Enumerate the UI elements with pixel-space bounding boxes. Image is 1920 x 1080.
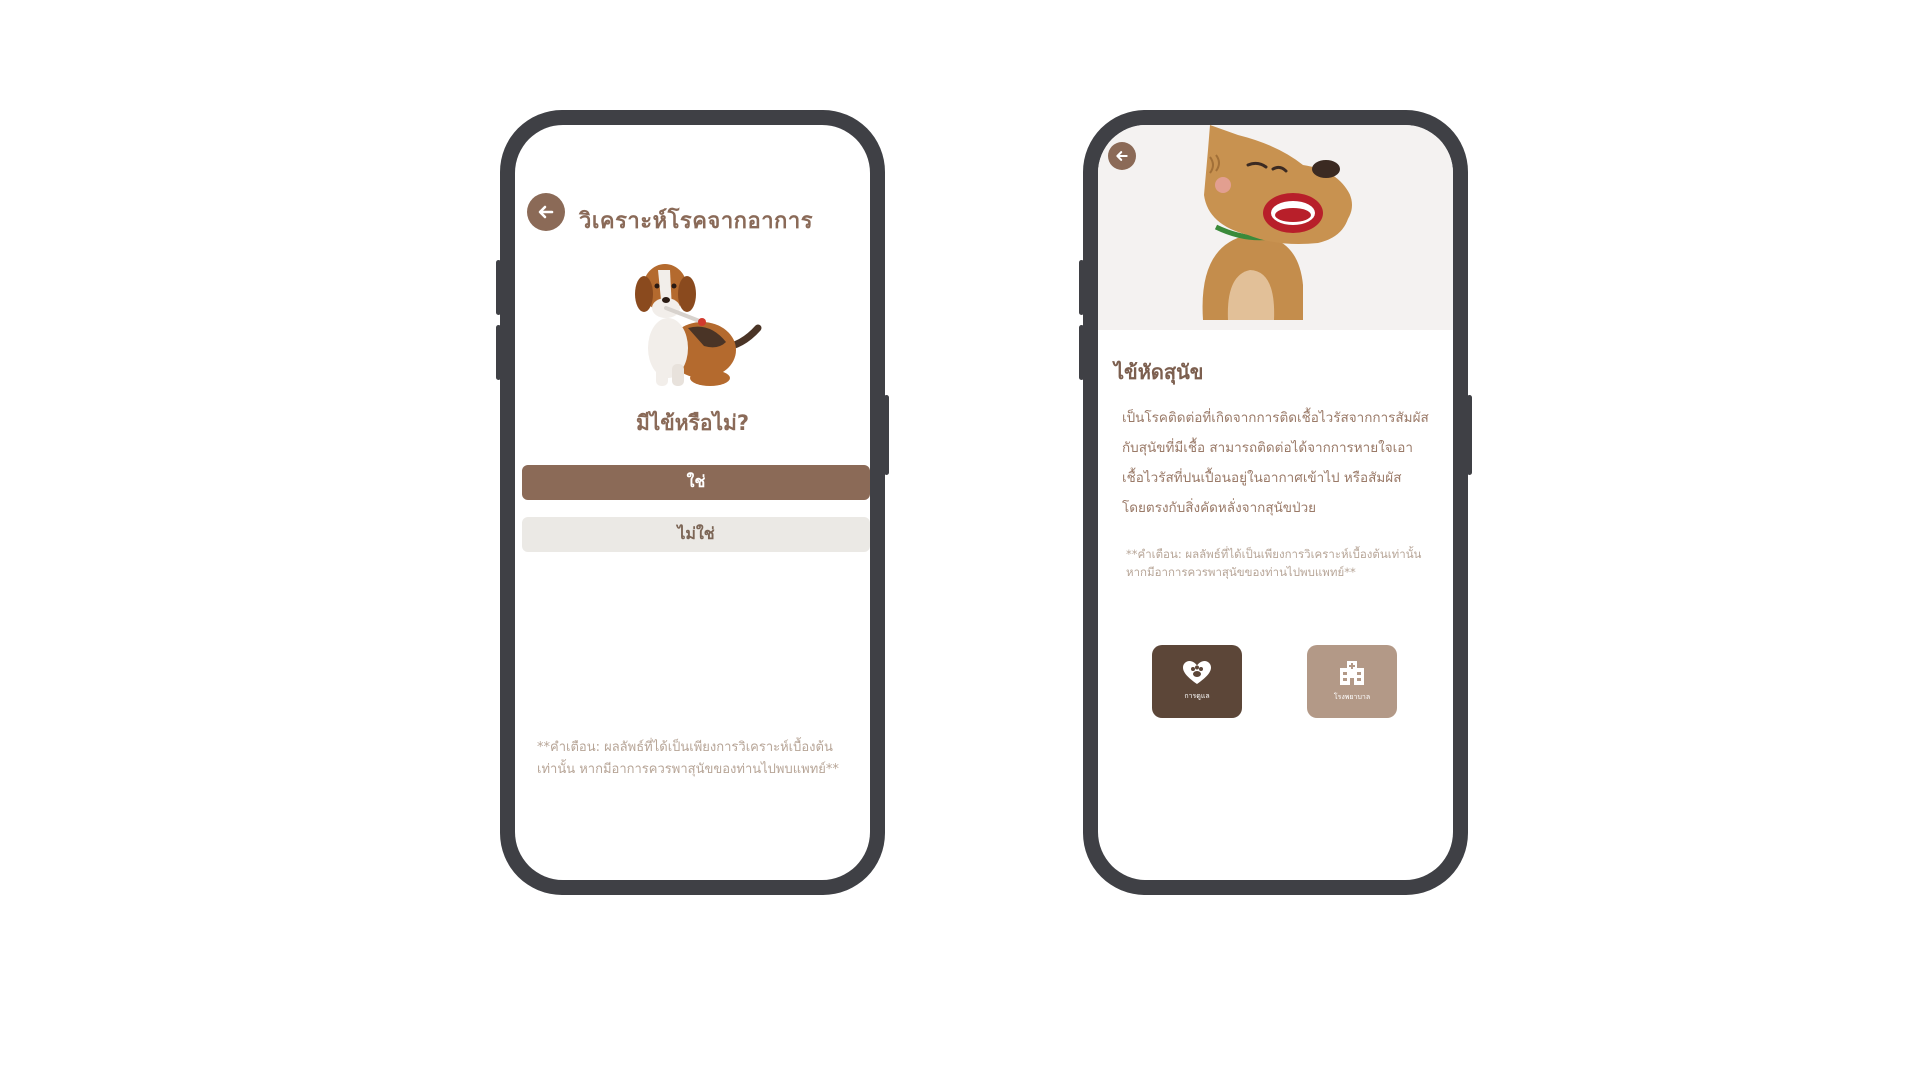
care-button[interactable]: การดูแล (1152, 645, 1242, 718)
screen-disease-detail: ไข้หัดสุนัข เป็นโรคติดต่อที่เกิดจากการติ… (1098, 125, 1453, 880)
no-button[interactable]: ไม่ใช่ (522, 517, 870, 552)
warning-text: **คำเตือน: ผลลัพธ์ที่ได้เป็นเพียงการวิเค… (537, 740, 839, 777)
hero-image (1098, 125, 1453, 330)
hospital-button[interactable]: โรงพยาบาล (1307, 645, 1397, 718)
back-button[interactable] (527, 193, 565, 231)
phone-frame-left: วิเคราะห์โรคจากอาการ มีไข้หรือไม่? ใช่ ไ… (496, 110, 889, 895)
warning-text: **คำเตือน: ผลลัพธ์ที่ได้เป็นเพียงการวิเค… (1126, 547, 1422, 579)
disease-description: เป็นโรคติดต่อที่เกิดจากการติดเชื้อไวรัสจ… (1122, 410, 1429, 516)
question-text: มีไข้หรือไม่? (635, 411, 750, 435)
care-label: การดูแล (1184, 692, 1210, 700)
heart-paw-icon (1183, 661, 1211, 684)
hospital-icon (1340, 661, 1364, 685)
back-button[interactable] (1108, 142, 1136, 170)
page-title: วิเคราะห์โรคจากอาการ (579, 209, 814, 234)
disease-title: ไข้หัดสุนัข (1114, 360, 1204, 384)
back-arrow-icon (1116, 151, 1128, 161)
phone-frame-right: ไข้หัดสุนัข เป็นโรคติดต่อที่เกิดจากการติ… (1079, 110, 1472, 895)
screen-symptom-analysis: วิเคราะห์โรคจากอาการ มีไข้หรือไม่? ใช่ ไ… (515, 125, 870, 880)
sick-dog-illustration (1202, 125, 1352, 320)
yes-button[interactable]: ใช่ (522, 465, 870, 500)
back-arrow-icon (538, 205, 554, 219)
hospital-label: โรงพยาบาล (1333, 693, 1371, 701)
beagle-thermometer-illustration (635, 264, 763, 386)
